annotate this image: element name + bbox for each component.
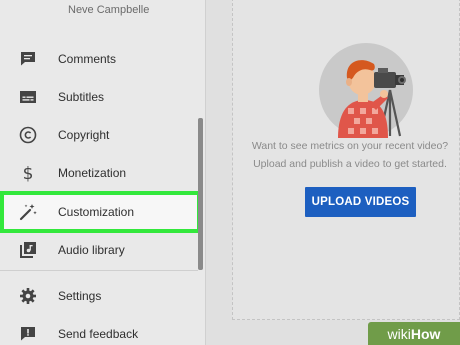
sidebar-item-monetization[interactable]: $ Monetization bbox=[0, 154, 200, 192]
sidebar-item-label: Subtitles bbox=[58, 90, 105, 104]
sidebar-item-label: Monetization bbox=[58, 166, 127, 180]
empty-state-message: Want to see metrics on your recent video… bbox=[236, 137, 460, 173]
wikihow-watermark: wiki How bbox=[368, 322, 460, 345]
panel-divider bbox=[205, 0, 206, 345]
watermark-how: How bbox=[410, 325, 441, 342]
watermark-wiki: wiki bbox=[387, 325, 411, 342]
empty-state-line-2: Upload and publish a video to get starte… bbox=[253, 158, 447, 170]
sidebar-item-send-feedback[interactable]: Send feedback bbox=[0, 315, 200, 345]
feedback-icon bbox=[18, 324, 38, 344]
sidebar-item-label: Customization bbox=[58, 205, 135, 219]
sidebar-item-label: Copyright bbox=[58, 128, 110, 142]
empty-state-line-1: Want to see metrics on your recent video… bbox=[251, 140, 449, 152]
dollar-icon: $ bbox=[18, 163, 38, 183]
channel-name: Neve Campbelle bbox=[68, 4, 150, 16]
subtitles-icon bbox=[18, 87, 38, 107]
sidebar-item-label: Send feedback bbox=[58, 327, 139, 341]
sidebar-item-label: Audio library bbox=[58, 243, 125, 257]
copyright-icon bbox=[18, 125, 38, 145]
music-library-icon bbox=[18, 240, 38, 260]
sidebar-item-customization[interactable]: Customization bbox=[0, 191, 201, 233]
gear-icon bbox=[18, 286, 38, 306]
svg-text:$: $ bbox=[23, 164, 34, 183]
sidebar-item-label: Comments bbox=[58, 52, 117, 66]
sidebar-item-comments[interactable]: Comments bbox=[0, 40, 200, 78]
upload-videos-button[interactable]: UPLOAD VIDEOS bbox=[305, 187, 416, 217]
sidebar-item-settings[interactable]: Settings bbox=[0, 277, 200, 315]
sidebar-item-subtitles[interactable]: Subtitles bbox=[0, 78, 200, 116]
sidebar: Neve Campbelle Comments Subtitles Copyri… bbox=[0, 0, 205, 345]
magic-wand-icon bbox=[18, 202, 38, 222]
sidebar-item-copyright[interactable]: Copyright bbox=[0, 116, 200, 154]
sidebar-divider bbox=[0, 270, 198, 271]
videographer-illustration bbox=[318, 42, 414, 138]
sidebar-scrollbar[interactable] bbox=[198, 118, 203, 270]
sidebar-item-label: Settings bbox=[58, 289, 102, 303]
sidebar-item-audio-library[interactable]: Audio library bbox=[0, 231, 200, 269]
comment-icon bbox=[18, 49, 38, 69]
